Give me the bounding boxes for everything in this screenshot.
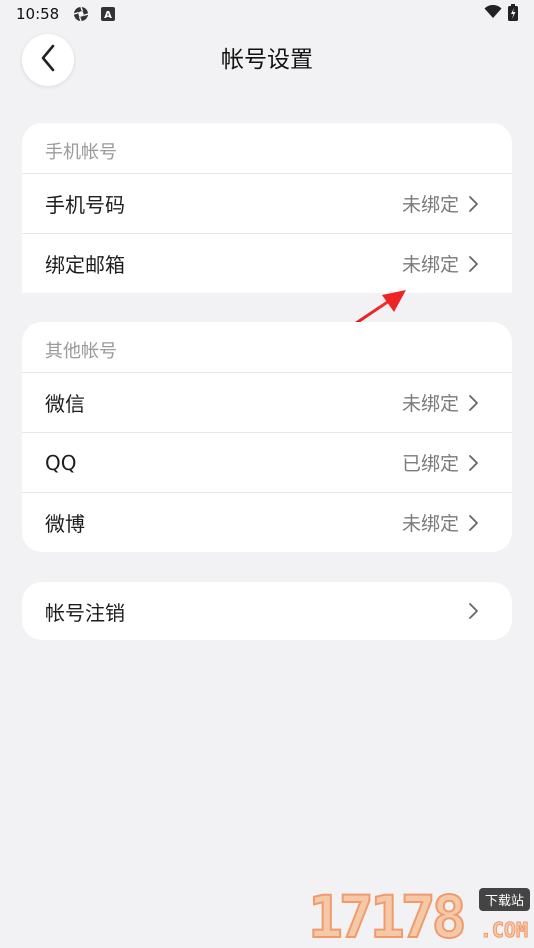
site-watermark-logo: 17178 下载站 .COM — [307, 880, 534, 948]
row-status: 已绑定 — [401, 453, 459, 475]
row-label: 微信 — [45, 392, 85, 416]
phone-account-card: 手机帐号 手机号码 未绑定 绑定邮箱 未绑定 — [22, 123, 512, 293]
row-label: 帐号注销 — [45, 600, 125, 625]
row-weibo[interactable]: 微博 未绑定 — [22, 492, 512, 552]
row-status: 未绑定 — [401, 194, 459, 216]
watermark-digits: 17178 — [307, 883, 468, 948]
row-label: 绑定邮箱 — [45, 253, 125, 277]
row-qq[interactable]: QQ 已绑定 — [22, 432, 512, 492]
row-bind-email[interactable]: 绑定邮箱 未绑定 — [22, 233, 512, 293]
chevron-right-icon — [467, 194, 479, 214]
chevron-right-icon — [467, 601, 479, 621]
page-title: 帐号设置 — [221, 47, 313, 73]
wifi-icon — [484, 4, 502, 23]
row-status: 未绑定 — [401, 513, 459, 535]
chevron-right-icon — [467, 393, 479, 413]
row-label: 手机号码 — [45, 193, 125, 217]
watermark-suffix: .COM — [479, 918, 528, 943]
row-wechat[interactable]: 微信 未绑定 — [22, 372, 512, 432]
chevron-right-icon — [467, 453, 479, 473]
back-button[interactable] — [22, 34, 74, 86]
status-bar: 10:58 A — [0, 0, 534, 28]
a-notification-icon: A — [101, 7, 116, 21]
battery-icon — [508, 3, 518, 25]
row-label: QQ — [45, 450, 77, 475]
row-phone-number[interactable]: 手机号码 未绑定 — [22, 173, 512, 233]
status-time: 10:58 — [16, 5, 60, 23]
chevron-right-icon — [467, 513, 479, 533]
row-status: 未绑定 — [401, 393, 459, 415]
watermark-badge: 下载站 — [478, 888, 530, 911]
account-cancel-card: 帐号注销 — [22, 582, 512, 640]
row-label: 微博 — [45, 512, 85, 536]
chevron-left-icon — [40, 44, 56, 76]
row-status: 未绑定 — [401, 254, 459, 276]
app-header: 帐号设置 — [0, 30, 534, 90]
other-accounts-card: 其他帐号 微信 未绑定 QQ 已绑定 微博 未绑定 — [22, 322, 512, 552]
chevron-right-icon — [467, 254, 479, 274]
a-badge-text: A — [104, 10, 112, 21]
aperture-icon — [73, 6, 89, 22]
section-header-other: 其他帐号 — [45, 341, 117, 362]
section-header-phone: 手机帐号 — [45, 142, 117, 163]
row-account-cancel[interactable]: 帐号注销 — [22, 582, 512, 640]
